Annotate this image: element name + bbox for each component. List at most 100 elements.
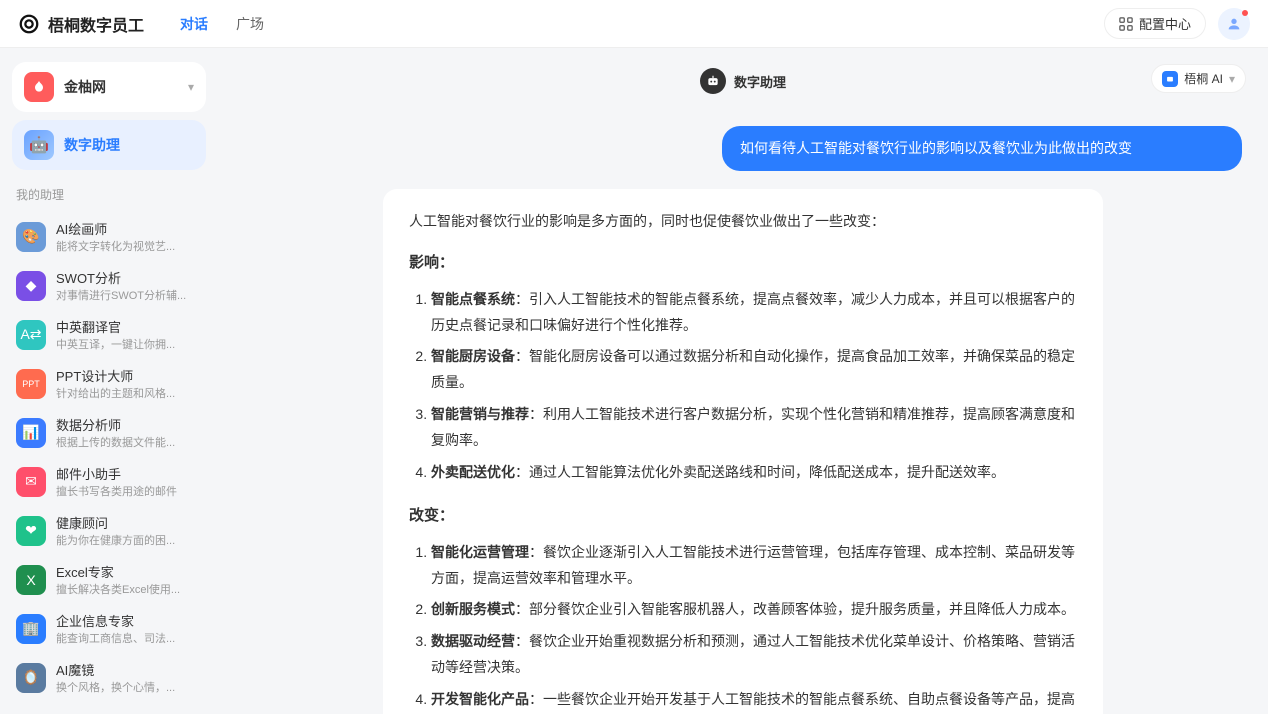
logo-text: 梧桐数字员工 bbox=[48, 12, 144, 36]
config-center-button[interactable]: 配置中心 bbox=[1104, 8, 1206, 39]
assistant-item-text: AI绘画师 能将文字转化为视觉艺... bbox=[56, 219, 175, 254]
assistant-item-text: 数据分析师 根据上传的数据文件能... bbox=[56, 415, 175, 450]
list-item-label: 外卖配送优化 bbox=[431, 464, 515, 480]
main-content: 数字助理 梧桐 AI ▾ 如何看待人工智能对餐饮行业的影响以及餐饮业为此做出的改… bbox=[218, 48, 1268, 714]
assistant-item-title: 数据分析师 bbox=[56, 415, 175, 434]
assistant-item-icon: A⇄ bbox=[16, 320, 46, 350]
sidebar-assistant-item[interactable]: A⇄ 中英翻译官 中英互译，一键让你拥... bbox=[12, 311, 206, 358]
assistant-item-desc: 针对给出的主题和风格... bbox=[56, 385, 175, 401]
assistant-item-title: 企业信息专家 bbox=[56, 611, 175, 630]
assistant-item-text: AI魔镜 换个风格，换个心情，... bbox=[56, 660, 175, 695]
assistant-item-title: SWOT分析 bbox=[56, 268, 186, 287]
assistant-item-icon: ◆ bbox=[16, 271, 46, 301]
model-selector[interactable]: 梧桐 AI ▾ bbox=[1151, 64, 1246, 93]
chevron-down-icon: ▾ bbox=[1229, 72, 1235, 86]
sidebar-active-assistant[interactable]: 🤖 数字助理 bbox=[12, 120, 206, 170]
config-label: 配置中心 bbox=[1139, 14, 1191, 33]
assistant-item-title: 健康顾问 bbox=[56, 513, 175, 532]
list-item-label: 智能营销与推荐 bbox=[431, 406, 529, 422]
user-message: 如何看待人工智能对餐饮行业的影响以及餐饮业为此做出的改变 bbox=[722, 126, 1242, 171]
list-item: 智能营销与推荐：利用人工智能技术进行客户数据分析，实现个性化营销和精准推荐，提高… bbox=[431, 402, 1077, 454]
bot-response: 人工智能对餐饮行业的影响是多方面的，同时也促使餐饮业做出了一些改变： 影响： 智… bbox=[383, 189, 1103, 714]
header-right: 配置中心 bbox=[1104, 8, 1250, 40]
org-name: 金柚网 bbox=[64, 77, 178, 97]
list-item: 智能点餐系统：引入人工智能技术的智能点餐系统，提高点餐效率，减少人力成本，并且可… bbox=[431, 287, 1077, 339]
assistant-item-desc: 能将文字转化为视觉艺... bbox=[56, 238, 175, 254]
sidebar-assistant-item[interactable]: 📊 数据分析师 根据上传的数据文件能... bbox=[12, 409, 206, 456]
org-selector[interactable]: 金柚网 ▾ bbox=[12, 62, 206, 112]
impact-heading: 影响： bbox=[409, 249, 1077, 277]
assistant-item-text: 健康顾问 能为你在健康方面的困... bbox=[56, 513, 175, 548]
assistant-item-icon: 🪞 bbox=[16, 663, 46, 693]
changes-list: 智能化运营管理：餐饮企业逐渐引入人工智能技术进行运营管理，包括库存管理、成本控制… bbox=[409, 540, 1077, 714]
logo: 梧桐数字员工 bbox=[18, 12, 144, 36]
list-item-text: ：餐饮企业开始重视数据分析和预测，通过人工智能技术优化菜单设计、价格策略、营销活… bbox=[431, 633, 1075, 675]
chevron-down-icon: ▾ bbox=[188, 80, 194, 94]
assistant-item-icon: 🎨 bbox=[16, 222, 46, 252]
sidebar-assistant-item[interactable]: 🪞 AI魔镜 换个风格，换个心情，... bbox=[12, 654, 206, 700]
list-item: 数据驱动经营：餐饮企业开始重视数据分析和预测，通过人工智能技术优化菜单设计、价格… bbox=[431, 629, 1077, 681]
list-item-label: 数据驱动经营 bbox=[431, 633, 515, 649]
assistant-item-text: 企业信息专家 能查询工商信息、司法... bbox=[56, 611, 175, 646]
assistant-item-desc: 根据上传的数据文件能... bbox=[56, 434, 175, 450]
model-name: 梧桐 AI bbox=[1184, 70, 1223, 87]
user-avatar[interactable] bbox=[1218, 8, 1250, 40]
sidebar-assistant-item[interactable]: ◆ SWOT分析 对事情进行SWOT分析辅... bbox=[12, 262, 206, 309]
sidebar-assistant-item[interactable]: 🎨 AI绘画师 能将文字转化为视觉艺... bbox=[12, 213, 206, 260]
list-item: 创新服务模式：部分餐饮企业引入智能客服机器人，改善顾客体验，提升服务质量，并且降… bbox=[431, 597, 1077, 623]
sidebar: 金柚网 ▾ 🤖 数字助理 我的助理 🎨 AI绘画师 能将文字转化为视觉艺... … bbox=[0, 48, 218, 714]
assistant-item-title: AI绘画师 bbox=[56, 219, 175, 238]
sidebar-assistant-item[interactable]: X Excel专家 擅长解决各类Excel使用... bbox=[12, 556, 206, 603]
grid-icon bbox=[1119, 17, 1133, 31]
sidebar-assistant-item[interactable]: PPT PPT设计大师 针对给出的主题和风格... bbox=[12, 360, 206, 407]
nav-square[interactable]: 广场 bbox=[236, 14, 264, 34]
assistant-item-title: 中英翻译官 bbox=[56, 317, 175, 336]
assistant-item-desc: 对事情进行SWOT分析辅... bbox=[56, 287, 186, 303]
assistant-item-text: PPT设计大师 针对给出的主题和风格... bbox=[56, 366, 175, 401]
chat-header: 数字助理 梧桐 AI ▾ bbox=[232, 60, 1254, 106]
list-item: 智能化运营管理：餐饮企业逐渐引入人工智能技术进行运营管理，包括库存管理、成本控制… bbox=[431, 540, 1077, 592]
impacts-list: 智能点餐系统：引入人工智能技术的智能点餐系统，提高点餐效率，减少人力成本，并且可… bbox=[409, 287, 1077, 486]
chat-robot-icon bbox=[700, 68, 726, 94]
list-item: 外卖配送优化：通过人工智能算法优化外卖配送路线和时间，降低配送成本，提升配送效率… bbox=[431, 460, 1077, 486]
nav-chat[interactable]: 对话 bbox=[180, 14, 208, 34]
assistant-item-desc: 擅长解决各类Excel使用... bbox=[56, 581, 180, 597]
model-icon bbox=[1162, 71, 1178, 87]
assistant-item-desc: 换个风格，换个心情，... bbox=[56, 679, 175, 695]
assistant-item-text: SWOT分析 对事情进行SWOT分析辅... bbox=[56, 268, 186, 303]
list-item-text: ：引入人工智能技术的智能点餐系统，提高点餐效率，减少人力成本，并且可以根据客户的… bbox=[431, 291, 1075, 333]
response-intro: 人工智能对餐饮行业的影响是多方面的，同时也促使餐饮业做出了一些改变： bbox=[409, 209, 1077, 235]
chat-title: 数字助理 bbox=[734, 72, 786, 91]
list-item-label: 开发智能化产品 bbox=[431, 691, 529, 707]
list-item-text: ：通过人工智能算法优化外卖配送路线和时间，降低配送成本，提升配送效率。 bbox=[515, 464, 1005, 480]
sidebar-assistant-item[interactable]: ❤ 健康顾问 能为你在健康方面的困... bbox=[12, 507, 206, 554]
list-item: 智能厨房设备：智能化厨房设备可以通过数据分析和自动化操作，提高食品加工效率，并确… bbox=[431, 344, 1077, 396]
assistant-item-desc: 擅长书写各类用途的邮件 bbox=[56, 483, 177, 499]
assistant-item-icon: ✉ bbox=[16, 467, 46, 497]
user-icon bbox=[1226, 16, 1242, 32]
assistant-list: 🎨 AI绘画师 能将文字转化为视觉艺... ◆ SWOT分析 对事情进行SWOT… bbox=[12, 213, 206, 700]
assistant-item-text: Excel专家 擅长解决各类Excel使用... bbox=[56, 562, 180, 597]
assistant-item-title: AI魔镜 bbox=[56, 660, 175, 679]
notification-dot-icon bbox=[1242, 10, 1248, 16]
assistant-label: 数字助理 bbox=[64, 135, 120, 155]
assistant-item-icon: X bbox=[16, 565, 46, 595]
change-heading: 改变： bbox=[409, 502, 1077, 530]
assistant-item-desc: 能为你在健康方面的困... bbox=[56, 532, 175, 548]
app-header: 梧桐数字员工 对话 广场 配置中心 bbox=[0, 0, 1268, 48]
assistant-item-icon: 📊 bbox=[16, 418, 46, 448]
list-item: 开发智能化产品：一些餐饮企业开始开发基于人工智能技术的智能点餐系统、自助点餐设备… bbox=[431, 687, 1077, 714]
sidebar-assistant-item[interactable]: ✉ 邮件小助手 擅长书写各类用途的邮件 bbox=[12, 458, 206, 505]
assistant-item-icon: PPT bbox=[16, 369, 46, 399]
assistant-item-title: PPT设计大师 bbox=[56, 366, 175, 385]
logo-icon bbox=[18, 13, 40, 35]
list-item-text: ：部分餐饮企业引入智能客服机器人，改善顾客体验，提升服务质量，并且降低人力成本。 bbox=[515, 601, 1075, 617]
sidebar-assistant-item[interactable]: 🏢 企业信息专家 能查询工商信息、司法... bbox=[12, 605, 206, 652]
assistant-item-title: Excel专家 bbox=[56, 562, 180, 581]
assistant-item-text: 中英翻译官 中英互译，一键让你拥... bbox=[56, 317, 175, 352]
list-item-text: ：智能化厨房设备可以通过数据分析和自动化操作，提高食品加工效率，并确保菜品的稳定… bbox=[431, 348, 1075, 390]
assistant-robot-icon: 🤖 bbox=[24, 130, 54, 160]
list-item-label: 创新服务模式 bbox=[431, 601, 515, 617]
assistant-item-desc: 能查询工商信息、司法... bbox=[56, 630, 175, 646]
list-item-label: 智能厨房设备 bbox=[431, 348, 515, 364]
